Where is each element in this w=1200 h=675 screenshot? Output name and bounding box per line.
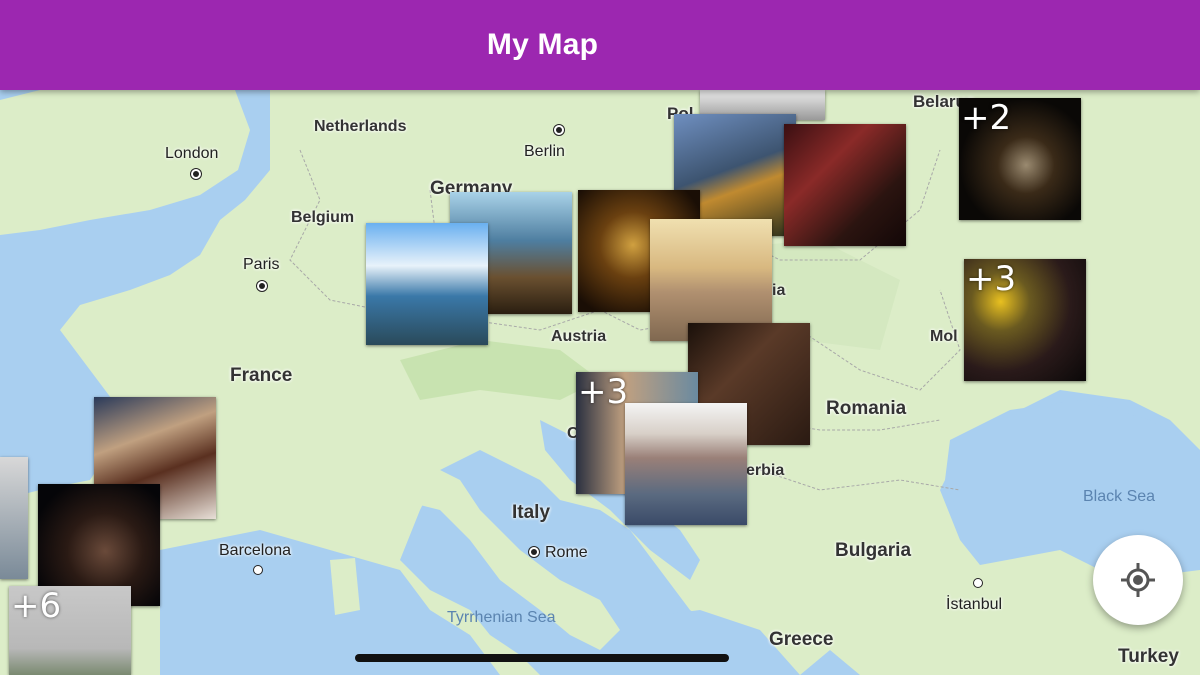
label-berlin: Berlin <box>524 143 565 160</box>
label-france: France <box>230 365 293 386</box>
label-greece: Greece <box>769 629 834 650</box>
cluster-count: +2 <box>961 98 1012 138</box>
label-black-sea: Black Sea <box>1083 488 1156 505</box>
photo-marker-edge[interactable] <box>0 457 28 579</box>
label-hungary: ia <box>772 282 786 299</box>
photo-marker-bar[interactable] <box>784 124 906 246</box>
my-location-icon <box>1121 563 1155 597</box>
photo-marker-belarus-cluster[interactable]: +2 <box>959 98 1081 220</box>
app-bar: My Map <box>0 0 1200 90</box>
marker-rome <box>531 549 537 555</box>
label-netherlands: Netherlands <box>314 118 407 135</box>
label-belgium: Belgium <box>291 209 355 226</box>
label-istanbul: İstanbul <box>946 596 1003 613</box>
cluster-count: +3 <box>578 372 629 412</box>
my-location-button[interactable] <box>1093 535 1183 625</box>
photo-marker-lake[interactable] <box>366 223 488 345</box>
marker-barcelona <box>253 565 263 575</box>
app-title: My Map <box>486 28 599 61</box>
label-paris: Paris <box>243 256 280 273</box>
marker-berlin <box>556 127 562 133</box>
marker-paris <box>259 283 265 289</box>
label-barcelona: Barcelona <box>219 542 292 559</box>
label-moldova: Mol <box>930 328 958 345</box>
marker-london <box>193 171 199 177</box>
label-london: London <box>165 145 219 162</box>
label-romania: Romania <box>826 398 907 419</box>
label-rome: Rome <box>545 544 588 561</box>
map-view[interactable]: Netherlands Germany Belgium France Austr… <box>0 90 1200 675</box>
label-austria: Austria <box>551 328 607 345</box>
label-turkey: Turkey <box>1118 646 1179 667</box>
photo-marker-dubrovnik[interactable] <box>625 403 747 525</box>
photo-marker-spain-cluster[interactable]: +6 <box>9 586 131 675</box>
cluster-count: +6 <box>11 586 62 626</box>
cluster-count: +3 <box>966 259 1017 299</box>
marker-istanbul <box>973 578 983 588</box>
label-serbia: erbia <box>746 462 785 479</box>
label-tyrrhenian-sea: Tyrrhenian Sea <box>447 609 556 626</box>
label-italy: Italy <box>512 502 551 523</box>
home-indicator[interactable] <box>355 654 729 662</box>
label-bulgaria: Bulgaria <box>835 540 912 561</box>
photo-marker-moldova-cluster[interactable]: +3 <box>964 259 1086 381</box>
